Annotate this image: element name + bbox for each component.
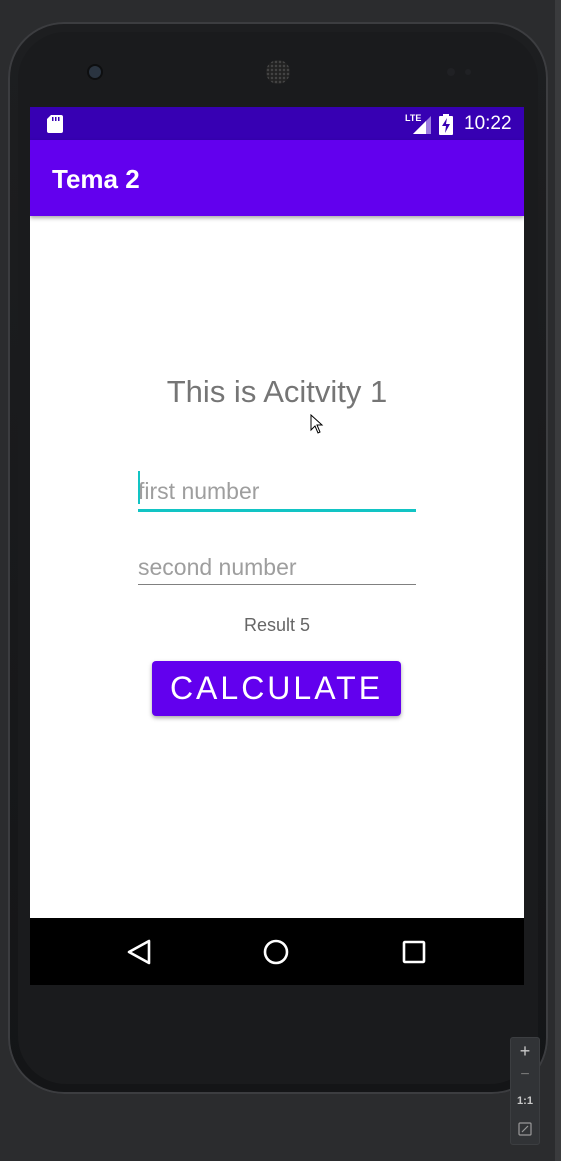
earpiece-speaker <box>266 60 290 84</box>
home-icon[interactable] <box>263 939 289 965</box>
app-bar: Tema 2 <box>30 140 524 216</box>
front-camera <box>89 66 101 78</box>
sd-card-icon <box>47 115 63 133</box>
signal-strength-icon <box>413 116 431 134</box>
status-time: 10:22 <box>464 113 512 134</box>
fit-screen-icon <box>518 1122 532 1136</box>
recent-apps-icon[interactable] <box>402 940 426 964</box>
navigation-bar <box>30 918 524 985</box>
emulator-window-edge <box>555 0 561 1161</box>
zoom-in-button[interactable]: + <box>511 1041 539 1062</box>
emulator-zoom-controls: + − 1:1 <box>510 1037 540 1145</box>
app-title: Tema 2 <box>52 164 140 194</box>
second-number-input[interactable] <box>138 550 416 585</box>
light-sensor <box>465 69 471 75</box>
activity-heading: This is Acitvity 1 <box>166 374 388 409</box>
text-cursor-caret <box>138 471 140 504</box>
result-label: Result 5 <box>243 615 311 635</box>
back-icon[interactable] <box>126 938 152 966</box>
mouse-pointer-icon <box>310 414 324 434</box>
status-bar: LTE 10:22 <box>30 107 524 140</box>
battery-charging-icon <box>439 114 453 135</box>
proximity-sensor <box>447 68 455 76</box>
device-screen: LTE 10:22 Tema 2 This is Acitvity 1 Resu… <box>30 107 524 985</box>
zoom-out-button[interactable]: − <box>511 1066 539 1084</box>
first-number-input[interactable] <box>138 473 416 512</box>
fit-screen-button[interactable] <box>511 1122 539 1141</box>
actual-size-button[interactable]: 1:1 <box>511 1095 539 1107</box>
calculate-button[interactable]: CALCULATE <box>152 661 401 716</box>
